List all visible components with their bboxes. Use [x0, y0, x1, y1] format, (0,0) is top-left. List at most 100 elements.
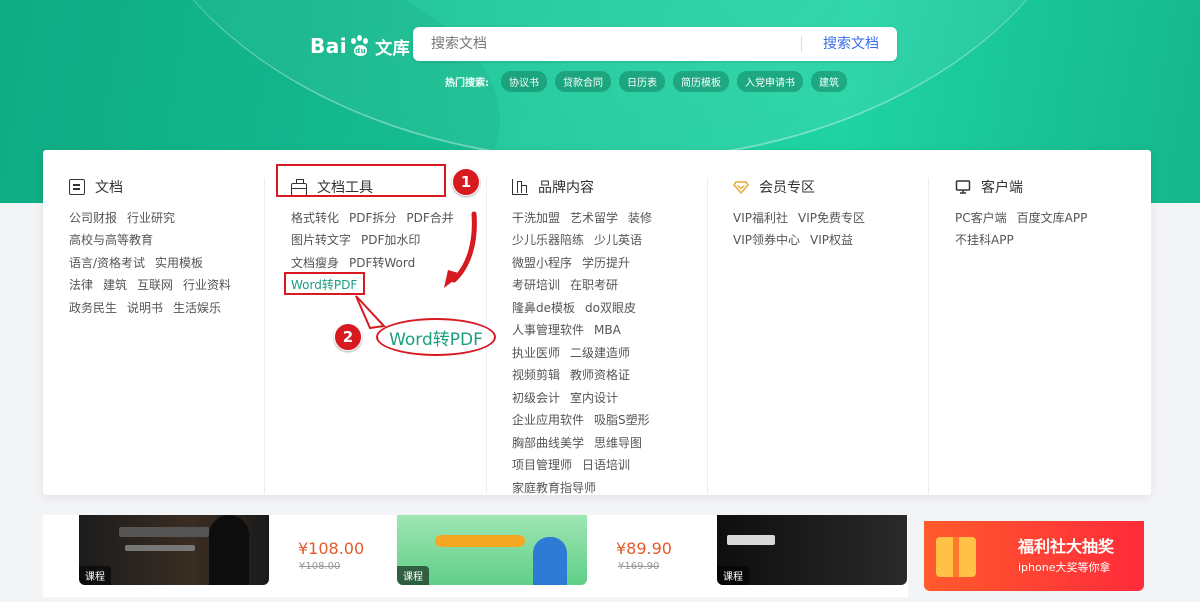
- pointer-arrow-icon: [444, 211, 477, 288]
- menu-link[interactable]: 二级建造师: [570, 344, 630, 361]
- menu-link[interactable]: 思维导图: [594, 434, 642, 451]
- menu-link[interactable]: 语言/资格考试: [69, 254, 145, 271]
- menu-link[interactable]: 吸脂S塑形: [594, 411, 650, 428]
- menu-link[interactable]: 公司财报: [69, 209, 117, 226]
- column-divider: [928, 178, 929, 494]
- callout-text: Word转PDF: [389, 329, 483, 350]
- menu-link[interactable]: 不挂科APP: [955, 231, 1014, 248]
- course-price: ¥108.00: [298, 539, 365, 558]
- course-thumbnail[interactable]: 课程: [397, 515, 587, 585]
- menu-link[interactable]: 考研培训: [512, 276, 560, 293]
- hot-tag[interactable]: 日历表: [619, 70, 665, 92]
- hot-tag[interactable]: 简历模板: [673, 70, 729, 92]
- menu-link[interactable]: 行业资料: [183, 276, 231, 293]
- step-badge-2: 2: [334, 323, 362, 351]
- menu-link[interactable]: VIP权益: [810, 231, 853, 248]
- lottery-promo-banner[interactable]: 福利社大抽奖 iphone大奖等你拿: [924, 521, 1144, 591]
- menu-link[interactable]: 文档瘦身: [291, 254, 339, 271]
- menu-link[interactable]: 实用模板: [155, 254, 203, 271]
- menu-link[interactable]: 法律: [69, 276, 93, 293]
- hot-tag[interactable]: 建筑: [811, 70, 847, 92]
- menu-link[interactable]: 少儿乐器陪练: [512, 231, 584, 248]
- menu-link[interactable]: 格式转化: [291, 209, 339, 226]
- hot-search-bar: 热门搜索: 协议书 贷款合同 日历表 简历模板 入党申请书 建筑: [445, 70, 847, 92]
- menu-link[interactable]: VIP领券中心: [733, 231, 800, 248]
- course-label: 课程: [79, 566, 111, 585]
- menu-link[interactable]: 学历提升: [582, 254, 630, 271]
- logo-text-du: du: [355, 47, 367, 55]
- menu-link[interactable]: do双眼皮: [585, 299, 636, 316]
- menu-link[interactable]: 图片转文字: [291, 231, 351, 248]
- menu-links: 干洗加盟 艺术留学 装修 少儿乐器陪练 少儿英语 微盟小程序 学历提升 考研培训 在职考研…: [512, 206, 652, 499]
- column-title: 品牌内容: [538, 180, 594, 196]
- hot-tag[interactable]: 入党申请书: [737, 70, 803, 92]
- menu-column-vip: 会员专区 VIP福利社 VIP免费专区 VIP领券中心 VIP权益: [733, 150, 933, 495]
- menu-column-brand-content: 品牌内容 干洗加盟 艺术留学 装修 少儿乐器陪练 少儿英语 微盟小程序 学历提升 考研培…: [512, 150, 712, 495]
- menu-link[interactable]: 教师资格证: [570, 366, 630, 383]
- search-separator: [801, 36, 802, 52]
- hot-tag[interactable]: 贷款合同: [555, 70, 611, 92]
- menu-link[interactable]: 行业研究: [127, 209, 175, 226]
- menu-link[interactable]: VIP福利社: [733, 209, 788, 226]
- menu-link[interactable]: 在职考研: [570, 276, 618, 293]
- column-divider: [707, 178, 708, 494]
- menu-link[interactable]: PC客户端: [955, 209, 1007, 226]
- column-divider: [264, 178, 265, 494]
- menu-link[interactable]: 建筑: [103, 276, 127, 293]
- course-label: 课程: [717, 566, 749, 585]
- menu-link[interactable]: 百度文库APP: [1017, 209, 1088, 226]
- menu-link[interactable]: 室内设计: [570, 389, 618, 406]
- menu-link[interactable]: 政务民生: [69, 299, 117, 316]
- menu-link[interactable]: 人事管理软件: [512, 321, 584, 338]
- menu-column-documents: 文档 公司财报 行业研究 高校与高等教育 语言/资格考试 实用模板 法律 建筑 互联网行…: [69, 150, 269, 495]
- menu-link[interactable]: 日语培训: [582, 456, 630, 473]
- gift-box-icon: [936, 537, 976, 577]
- column-header[interactable]: 客户端: [955, 177, 1023, 197]
- baidu-wenku-logo[interactable]: Bai du 文库: [310, 32, 410, 60]
- course-cards-row: 课程 ¥108.00 ¥108.00 课程 ¥89.90 ¥169.90 课程: [43, 515, 908, 597]
- menu-link[interactable]: 初级会计: [512, 389, 560, 406]
- menu-link[interactable]: 说明书: [127, 299, 163, 316]
- menu-link[interactable]: 微盟小程序: [512, 254, 572, 271]
- promo-subtitle: iphone大奖等你拿: [1018, 561, 1111, 574]
- menu-link[interactable]: MBA: [594, 323, 621, 337]
- menu-link[interactable]: 艺术留学: [570, 209, 618, 226]
- search-input[interactable]: [413, 27, 797, 61]
- brand-building-icon: [512, 179, 528, 195]
- menu-link[interactable]: 生活娱乐: [173, 299, 221, 316]
- menu-link[interactable]: 执业医师: [512, 344, 560, 361]
- menu-link[interactable]: 企业应用软件: [512, 411, 584, 428]
- column-header[interactable]: 会员专区: [733, 177, 815, 197]
- menu-link[interactable]: PDF转Word: [349, 254, 415, 271]
- menu-link[interactable]: 视频剪辑: [512, 366, 560, 383]
- menu-link[interactable]: 项目管理师: [512, 456, 572, 473]
- menu-link[interactable]: 隆鼻de模板: [512, 299, 575, 316]
- course-thumbnail[interactable]: 课程: [79, 515, 269, 585]
- paw-icon: du: [349, 35, 371, 57]
- menu-links: PC客户端 百度文库APP 不挂科APP: [955, 206, 1087, 251]
- menu-link[interactable]: VIP免费专区: [798, 209, 865, 226]
- logo-text-bai: Bai: [310, 34, 348, 58]
- menu-link[interactable]: 装修: [628, 209, 652, 226]
- menu-link[interactable]: 高校与高等教育: [69, 231, 153, 248]
- column-header[interactable]: 品牌内容: [512, 177, 594, 197]
- callout-bubble: Word转PDF: [376, 318, 496, 356]
- menu-link[interactable]: PDF加水印: [361, 231, 420, 248]
- menu-link[interactable]: 干洗加盟: [512, 209, 560, 226]
- menu-link[interactable]: 胸部曲线美学: [512, 434, 584, 451]
- document-icon: [69, 179, 85, 195]
- course-old-price: ¥169.90: [618, 561, 660, 572]
- menu-link[interactable]: 家庭教育指导师: [512, 479, 596, 496]
- promo-title: 福利社大抽奖: [1018, 537, 1115, 556]
- hot-tag[interactable]: 协议书: [501, 70, 547, 92]
- menu-column-client: 客户端 PC客户端 百度文库APP 不挂科APP: [955, 150, 1145, 495]
- course-thumbnail[interactable]: 课程: [717, 515, 907, 585]
- menu-link[interactable]: 互联网: [137, 276, 173, 293]
- menu-link[interactable]: PDF拆分: [349, 209, 396, 226]
- menu-link[interactable]: 少儿英语: [594, 231, 642, 248]
- step-badge-1: 1: [452, 168, 480, 196]
- menu-links: 公司财报 行业研究 高校与高等教育 语言/资格考试 实用模板 法律 建筑 互联网 行业资料…: [69, 206, 231, 319]
- column-header[interactable]: 文档: [69, 177, 123, 197]
- course-label: 课程: [397, 566, 429, 585]
- search-button[interactable]: 搜索文档: [823, 27, 879, 61]
